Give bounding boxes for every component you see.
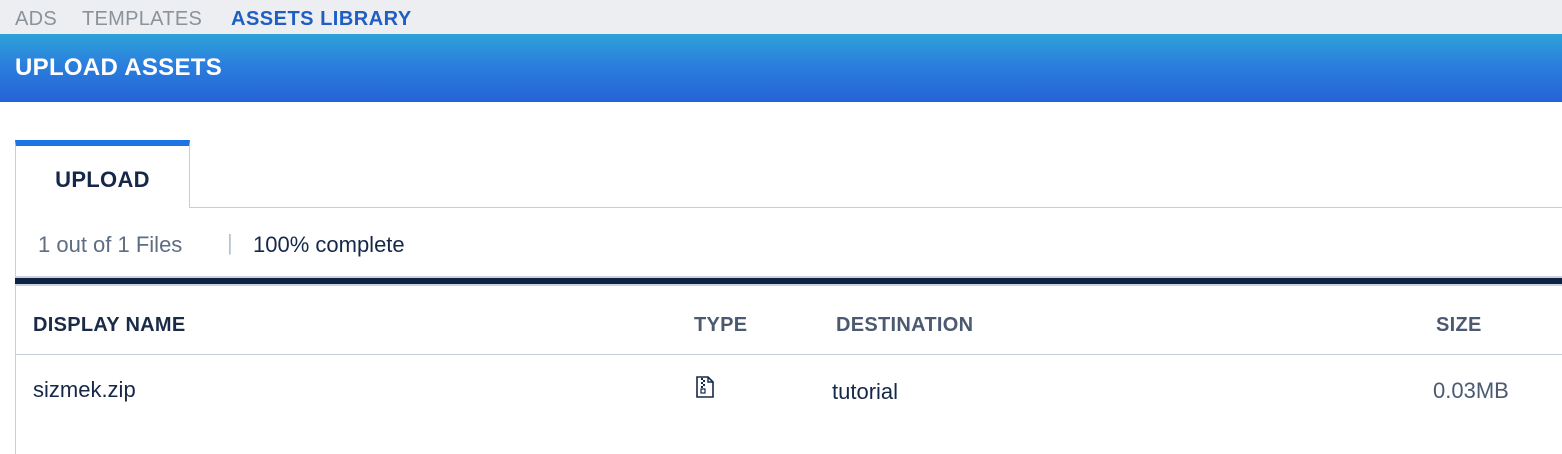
column-header-destination[interactable]: DESTINATION xyxy=(836,314,973,337)
tab-upload[interactable]: UPLOAD xyxy=(15,140,190,208)
row-display-name: sizmek.zip xyxy=(33,377,136,402)
table-row[interactable]: sizmek.zip tutorial 0.03MB xyxy=(16,355,1562,454)
upload-progress-fill xyxy=(15,278,1562,284)
column-header-type[interactable]: TYPE xyxy=(694,314,747,337)
zip-file-icon xyxy=(695,376,715,398)
upload-status: 1 out of 1 Files | 100% complete xyxy=(15,208,1562,278)
files-count-text: 1 out of 1 Files xyxy=(38,232,183,257)
column-header-display-name[interactable]: DISPLAY NAME xyxy=(33,314,186,337)
nav-ads[interactable]: ADS xyxy=(15,8,57,31)
row-destination: tutorial xyxy=(832,379,899,404)
nav-templates[interactable]: TEMPLATES xyxy=(82,8,202,31)
assets-table: DISPLAY NAME TYPE DESTINATION SIZE sizme… xyxy=(15,286,1562,454)
page-title: UPLOAD ASSETS xyxy=(15,54,223,81)
nav-assets-library[interactable]: ASSETS LIBRARY xyxy=(231,8,412,31)
page-header: UPLOAD ASSETS xyxy=(0,34,1562,102)
status-separator: | xyxy=(227,230,233,255)
complete-text: 100% complete xyxy=(253,232,405,257)
upload-progress-bar xyxy=(15,276,1562,286)
row-size: 0.03MB xyxy=(1433,378,1509,403)
top-navigation: ADS TEMPLATES ASSETS LIBRARY xyxy=(0,0,1562,34)
upload-panel: UPLOAD 1 out of 1 Files | 100% complete … xyxy=(15,140,1562,454)
column-header-size[interactable]: SIZE xyxy=(1436,314,1482,337)
tab-upload-label: UPLOAD xyxy=(55,167,150,192)
